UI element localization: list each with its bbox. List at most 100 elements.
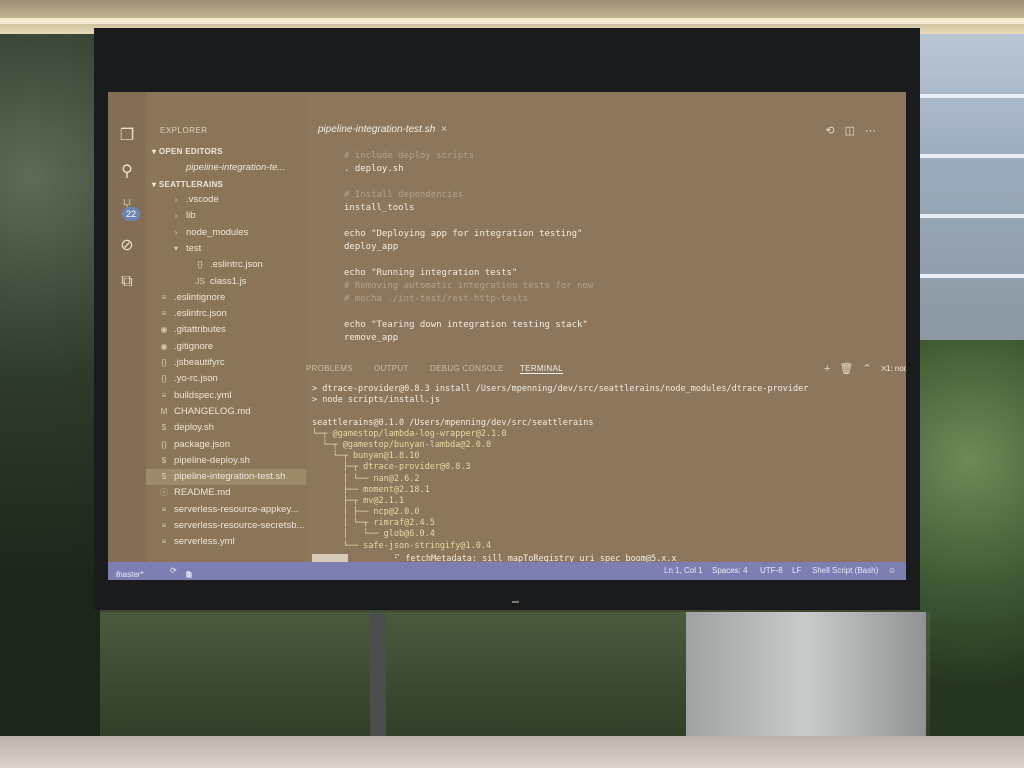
tree-item[interactable]: › node_modules xyxy=(146,225,249,241)
add-terminal-icon[interactable]: + xyxy=(824,363,839,375)
ceiling-light xyxy=(0,18,1024,24)
panel-tab-bar: PROBLEMS OUTPUT DEBUG CONSOLE TERMINAL 1… xyxy=(306,360,906,378)
encoding[interactable]: UTF-8 xyxy=(760,566,783,575)
tree-item[interactable]: ≡ serverless.yml xyxy=(146,534,235,550)
yaml-icon: ≡ xyxy=(161,521,167,530)
tree-item[interactable]: ◉ .gitattributes xyxy=(146,322,226,338)
tree-item[interactable]: JS class1.js xyxy=(146,274,246,290)
indentation[interactable]: Spaces: 4 xyxy=(712,566,748,575)
code-line: # Removing automatic integration tests f… xyxy=(344,281,594,291)
code-line: # Install dependencies xyxy=(344,190,464,200)
chevron-down-icon: ▾ xyxy=(152,147,159,156)
terminal-line: ├─┬ mv@2.1.1 xyxy=(312,495,405,506)
tree-item-label: serverless-resource-appkey... xyxy=(174,503,299,515)
tree-item[interactable]: ◉ .gitignore xyxy=(146,339,214,355)
tree-item-label: .gitignore xyxy=(174,340,214,352)
tree-item[interactable]: ⓘ README.md xyxy=(146,485,230,501)
tree-item[interactable]: ≡ serverless-resource-secretsb... xyxy=(146,518,305,534)
editor-tab[interactable]: pipeline-integration-test.sh × xyxy=(318,124,447,135)
vscode-window: ❐ ⚲ ⑂ 22 ⊘ ⧉ EXPLORER ▾ OPEN EDITORS pip… xyxy=(108,92,906,580)
tree-item[interactable]: {} package.json xyxy=(146,437,230,453)
tree-item-label: .eslintrc.json xyxy=(210,259,263,271)
chevron-right-icon: › xyxy=(174,211,178,221)
tree-item-label: lib xyxy=(186,210,196,222)
window-post xyxy=(370,612,386,740)
tab-terminal[interactable]: TERMINAL xyxy=(520,364,563,374)
close-icon[interactable]: × xyxy=(441,124,447,135)
tree-item-label: serverless-resource-secretsb... xyxy=(174,520,305,531)
tree-item-label: test xyxy=(186,242,202,254)
projector-brand: ▬ xyxy=(512,598,519,605)
tree-item[interactable]: $ pipeline-integration-test.sh xyxy=(146,469,306,486)
tree-item[interactable]: $ pipeline-deploy.sh xyxy=(146,453,250,469)
tree-item[interactable]: ≡ serverless-resource-appkey... xyxy=(146,502,299,518)
debug-icon[interactable]: ⊘ xyxy=(117,236,137,256)
tree-item[interactable]: › .vscode xyxy=(146,192,219,208)
tree-item[interactable]: {} .yo-rc.json xyxy=(146,371,218,387)
tree-item-label: .vscode xyxy=(186,194,219,205)
code-line: echo "Running integration tests" xyxy=(344,268,518,278)
window-building-right xyxy=(912,34,1024,364)
open-editor-item[interactable]: pipeline-integration-te... xyxy=(186,160,285,176)
terminal-line: │ ├── ncp@2.0.0 xyxy=(312,507,420,518)
maximize-icon[interactable]: ⌃ xyxy=(862,363,880,375)
info-icon: ⓘ xyxy=(160,488,168,498)
terminal-output[interactable]: > dtrace-provider@0.8.3 install /Users/m… xyxy=(312,384,808,565)
line-ending[interactable]: LF xyxy=(792,566,801,575)
yaml-icon: ≡ xyxy=(161,537,167,547)
tree-item-label: deploy.sh xyxy=(174,422,214,434)
code-line: . deploy.sh xyxy=(344,164,404,174)
files-icon[interactable]: ❐ xyxy=(117,126,137,146)
tree-item[interactable]: M CHANGELOG.md xyxy=(146,404,251,420)
tree-item[interactable]: $ deploy.sh xyxy=(146,420,214,436)
tree-item[interactable]: ≡ .eslintrc.json xyxy=(146,306,227,322)
language-mode[interactable]: Shell Script (Bash) xyxy=(812,566,878,575)
js-icon: JS xyxy=(195,276,205,286)
git-icon: ◉ xyxy=(160,325,168,335)
more-icon[interactable]: ⋯ xyxy=(865,125,886,137)
terminal-line: > node scripts/install.js xyxy=(312,395,440,406)
braces-icon: {} xyxy=(161,358,167,367)
shell-icon: $ xyxy=(161,423,167,433)
trash-icon[interactable]: 🗑 xyxy=(839,363,862,375)
code-line: install_tools xyxy=(344,203,415,213)
tree-item[interactable]: ≡ .eslintignore xyxy=(146,290,226,306)
tab-problems[interactable]: PROBLEMS xyxy=(306,364,353,373)
search-icon[interactable]: ⚲ xyxy=(117,162,137,182)
file-icon: ≡ xyxy=(161,309,167,319)
split-editor-icon[interactable]: ◫ xyxy=(845,125,865,137)
tree-item[interactable]: ≡ buildspec.yml xyxy=(146,388,232,404)
open-editors-section[interactable]: ▾ OPEN EDITORS xyxy=(152,147,223,156)
project-section[interactable]: ▾ SEATTLERAINS xyxy=(152,180,223,189)
feedback-icon[interactable]: ☺ xyxy=(888,566,896,575)
tree-item[interactable]: {} .eslintrc.json xyxy=(146,257,263,273)
tree-item-label: .eslintrc.json xyxy=(174,308,227,320)
tab-output[interactable]: OUTPUT xyxy=(374,364,409,373)
code-editor[interactable]: # include deploy scripts . deploy.sh # In… xyxy=(344,150,593,345)
editor-actions: ⟲◫⋯ xyxy=(825,124,886,137)
close-panel-icon[interactable]: × xyxy=(881,363,896,375)
tree-item-label: node_modules xyxy=(186,226,249,238)
tree-item[interactable]: › lib xyxy=(146,208,196,224)
tree-item-label: .jsbeautifyrc xyxy=(174,357,225,368)
terminal-line: ├── moment@2.18.1 xyxy=(312,484,430,495)
sync-icon[interactable]: ⟳ xyxy=(170,566,177,575)
scm-badge: 22 xyxy=(122,207,140,221)
extensions-icon[interactable]: ⧉ xyxy=(117,272,137,292)
tree-item-label: README.md xyxy=(174,487,231,499)
tab-debug-console[interactable]: DEBUG CONSOLE xyxy=(430,364,504,373)
chevron-down-icon: ▾ xyxy=(152,180,159,189)
tree-item[interactable]: ▾ test xyxy=(146,241,201,257)
chevron-right-icon: › xyxy=(174,227,178,237)
code-line: remove_app xyxy=(344,333,399,343)
tree-item-label: package.json xyxy=(174,438,230,450)
tree-item[interactable]: {} .jsbeautifyrc xyxy=(146,355,225,371)
chevron-down-icon: ▾ xyxy=(173,243,178,253)
code-line: deploy_app xyxy=(344,242,399,252)
markdown-icon: M xyxy=(160,406,168,416)
explorer-title: EXPLORER xyxy=(160,126,208,135)
open-changes-icon[interactable]: ⟲ xyxy=(825,125,844,137)
explorer-sidebar: EXPLORER ▾ OPEN EDITORS pipeline-integra… xyxy=(146,92,306,562)
cursor-position[interactable]: Ln 1, Col 1 xyxy=(664,566,703,575)
